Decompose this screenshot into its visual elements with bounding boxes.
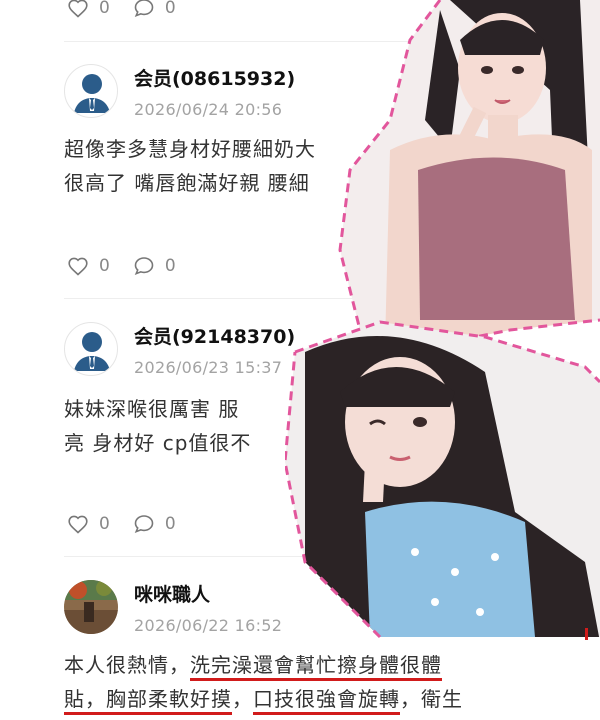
default-user-icon[interactable] (64, 64, 118, 118)
comment-actions: 0 0 (66, 0, 176, 20)
heart-icon (68, 0, 88, 18)
chat-bubble-icon (134, 515, 154, 533)
like-button[interactable]: 0 (66, 254, 110, 278)
chat-bubble-icon (134, 0, 154, 17)
heart-icon (68, 515, 88, 534)
default-user-icon[interactable] (64, 322, 118, 376)
reply-count: 0 (164, 0, 176, 18)
comment-actions: 0 0 (66, 254, 176, 278)
comment-username[interactable]: 咪咪職人 (134, 580, 210, 607)
reply-count: 0 (164, 514, 176, 534)
like-count: 0 (99, 256, 110, 276)
reply-button[interactable]: 0 (132, 512, 176, 536)
comment-username[interactable]: 会员(08615932) (134, 64, 295, 91)
reply-button[interactable]: 0 (132, 254, 176, 278)
like-button[interactable]: 0 (66, 512, 110, 536)
comment-line: 本人很熱情，洗完澡還會幫忙擦身體很體 (64, 648, 524, 682)
like-button[interactable]: 0 (66, 0, 110, 20)
overlay-photo-2 (283, 312, 600, 642)
comment-line: 貼，胸部柔軟好摸，口技很強會旋轉，衛生 (64, 682, 524, 716)
overlay-photo-1 (330, 0, 600, 345)
chat-bubble-icon (134, 257, 154, 275)
like-count: 0 (99, 0, 110, 18)
comment-body: 本人很熱情，洗完澡還會幫忙擦身體很體 貼，胸部柔軟好摸，口技很強會旋轉，衛生 (64, 648, 524, 716)
comment-feed: 0 0 会员(08615932) 2026/06/24 20:56 超像李多慧身… (0, 0, 600, 720)
comment-date: 2026/06/23 15:37 (134, 358, 283, 377)
comment-actions: 0 0 (66, 512, 176, 536)
photo-avatar[interactable] (64, 580, 118, 634)
comment-date: 2026/06/24 20:56 (134, 100, 283, 119)
heart-icon (68, 257, 88, 276)
reply-button[interactable]: 0 (132, 0, 176, 20)
reply-count: 0 (164, 256, 176, 276)
like-count: 0 (99, 514, 110, 534)
comment-date: 2026/06/22 16:52 (134, 616, 283, 635)
comment-username[interactable]: 会员(92148370) (134, 322, 295, 349)
